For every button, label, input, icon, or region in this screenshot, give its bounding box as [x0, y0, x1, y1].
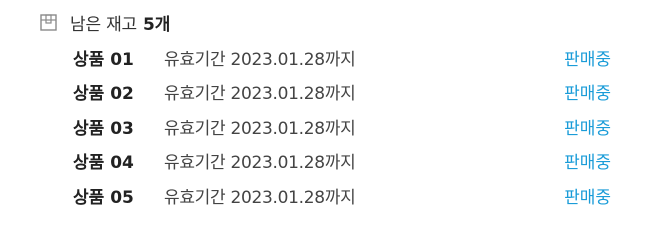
stock-summary: 남은 재고 5개 [38, 10, 171, 35]
product-expiry: 유효기간 2023.01.28까지 [164, 153, 356, 174]
product-row: 상품 04 유효기간 2023.01.28까지 판매중 [73, 144, 613, 179]
product-name: 상품 02 [73, 84, 134, 105]
sale-status-link[interactable]: 판매중 [564, 183, 611, 208]
product-name: 상품 01 [73, 49, 134, 70]
product-row: 상품 05 유효기간 2023.01.28까지 판매중 [73, 178, 613, 213]
product-name: 상품 04 [73, 153, 134, 174]
box-icon [38, 12, 58, 32]
product-name: 상품 05 [73, 187, 134, 208]
product-expiry: 유효기간 2023.01.28까지 [164, 118, 356, 139]
sale-status-link[interactable]: 판매중 [564, 45, 611, 70]
product-row: 상품 01 유효기간 2023.01.28까지 판매중 [73, 40, 613, 75]
product-row: 상품 02 유효기간 2023.01.28까지 판매중 [73, 75, 613, 110]
product-row: 상품 03 유효기간 2023.01.28까지 판매중 [73, 109, 613, 144]
product-name: 상품 03 [73, 118, 134, 139]
product-expiry: 유효기간 2023.01.28까지 [164, 187, 356, 208]
sale-status-link[interactable]: 판매중 [564, 114, 611, 139]
stock-label: 남은 재고 [70, 14, 137, 35]
stock-count: 5개 [142, 14, 171, 35]
product-expiry: 유효기간 2023.01.28까지 [164, 84, 356, 105]
product-list: 상품 01 유효기간 2023.01.28까지 판매중 상품 02 유효기간 2… [73, 40, 613, 213]
sale-status-link[interactable]: 판매중 [564, 148, 611, 173]
sale-status-link[interactable]: 판매중 [564, 79, 611, 104]
product-expiry: 유효기간 2023.01.28까지 [164, 49, 356, 70]
